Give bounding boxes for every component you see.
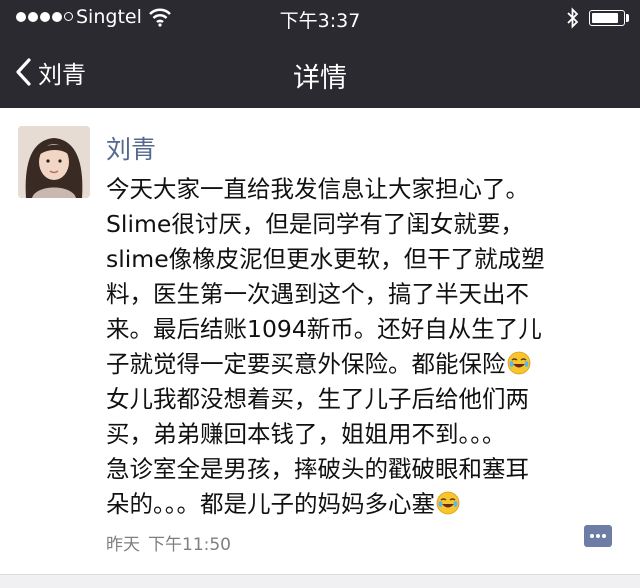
battery-tip <box>626 14 629 22</box>
post-time: 下午11:50 <box>148 535 231 555</box>
post-timestamp: 昨天 下午11:50 <box>106 530 239 555</box>
status-time: 下午3:37 <box>279 10 361 32</box>
post-line: 料，医生第一次遇到这个，搞了半天出不 <box>106 280 529 308</box>
post-line: 急诊室全是男孩，摔破头的戳破眼和塞耳 <box>106 455 529 483</box>
status-bar: Singtel 下午3:37 <box>0 0 640 36</box>
post-line-text: 朵的。。。都是儿子的妈妈多心塞 <box>106 490 435 518</box>
post-line: 女儿我都没想着买，生了儿子后给他们两 <box>106 385 529 413</box>
page-title: 详情 <box>293 63 347 94</box>
post-line: slime像橡皮泥但更水更软，但干了就成塑 <box>106 245 545 273</box>
post-content: 今天大家一直给我发信息让大家担心了。 Slime很讨厌，但是同学有了闺女就要， … <box>106 172 626 522</box>
bluetooth-icon <box>567 7 579 29</box>
post-line-text: 子就觉得一定要买意外保险。都能保险 <box>106 350 506 378</box>
post-line: 今天大家一直给我发信息让大家担心了。 <box>106 175 529 203</box>
post-line: 买，弟弟赚回本钱了，姐姐用不到。。。 <box>106 420 506 448</box>
avatar-portrait-icon <box>18 126 90 198</box>
post-line-with-emoji: 朵的。。。都是儿子的妈妈多心塞 <box>106 487 626 522</box>
bottom-bar <box>0 574 640 588</box>
comment-button[interactable] <box>584 525 612 547</box>
post-author[interactable]: 刘青 <box>106 130 156 166</box>
post-line: Slime很讨厌，但是同学有了闺女就要， <box>106 210 524 238</box>
post-line: 来。最后结账1094新币。还好自从生了儿 <box>106 315 542 343</box>
post-date: 昨天 <box>106 535 140 555</box>
navigation-bar: Singtel 下午3:37 刘青 详情 <box>0 0 640 108</box>
avatar[interactable] <box>18 126 90 198</box>
crying-laughing-emoji-icon <box>507 351 530 375</box>
battery-icon <box>589 10 625 26</box>
post-line-with-emoji: 子就觉得一定要买意外保险。都能保险 <box>106 347 626 382</box>
crying-laughing-emoji-icon <box>436 491 460 515</box>
